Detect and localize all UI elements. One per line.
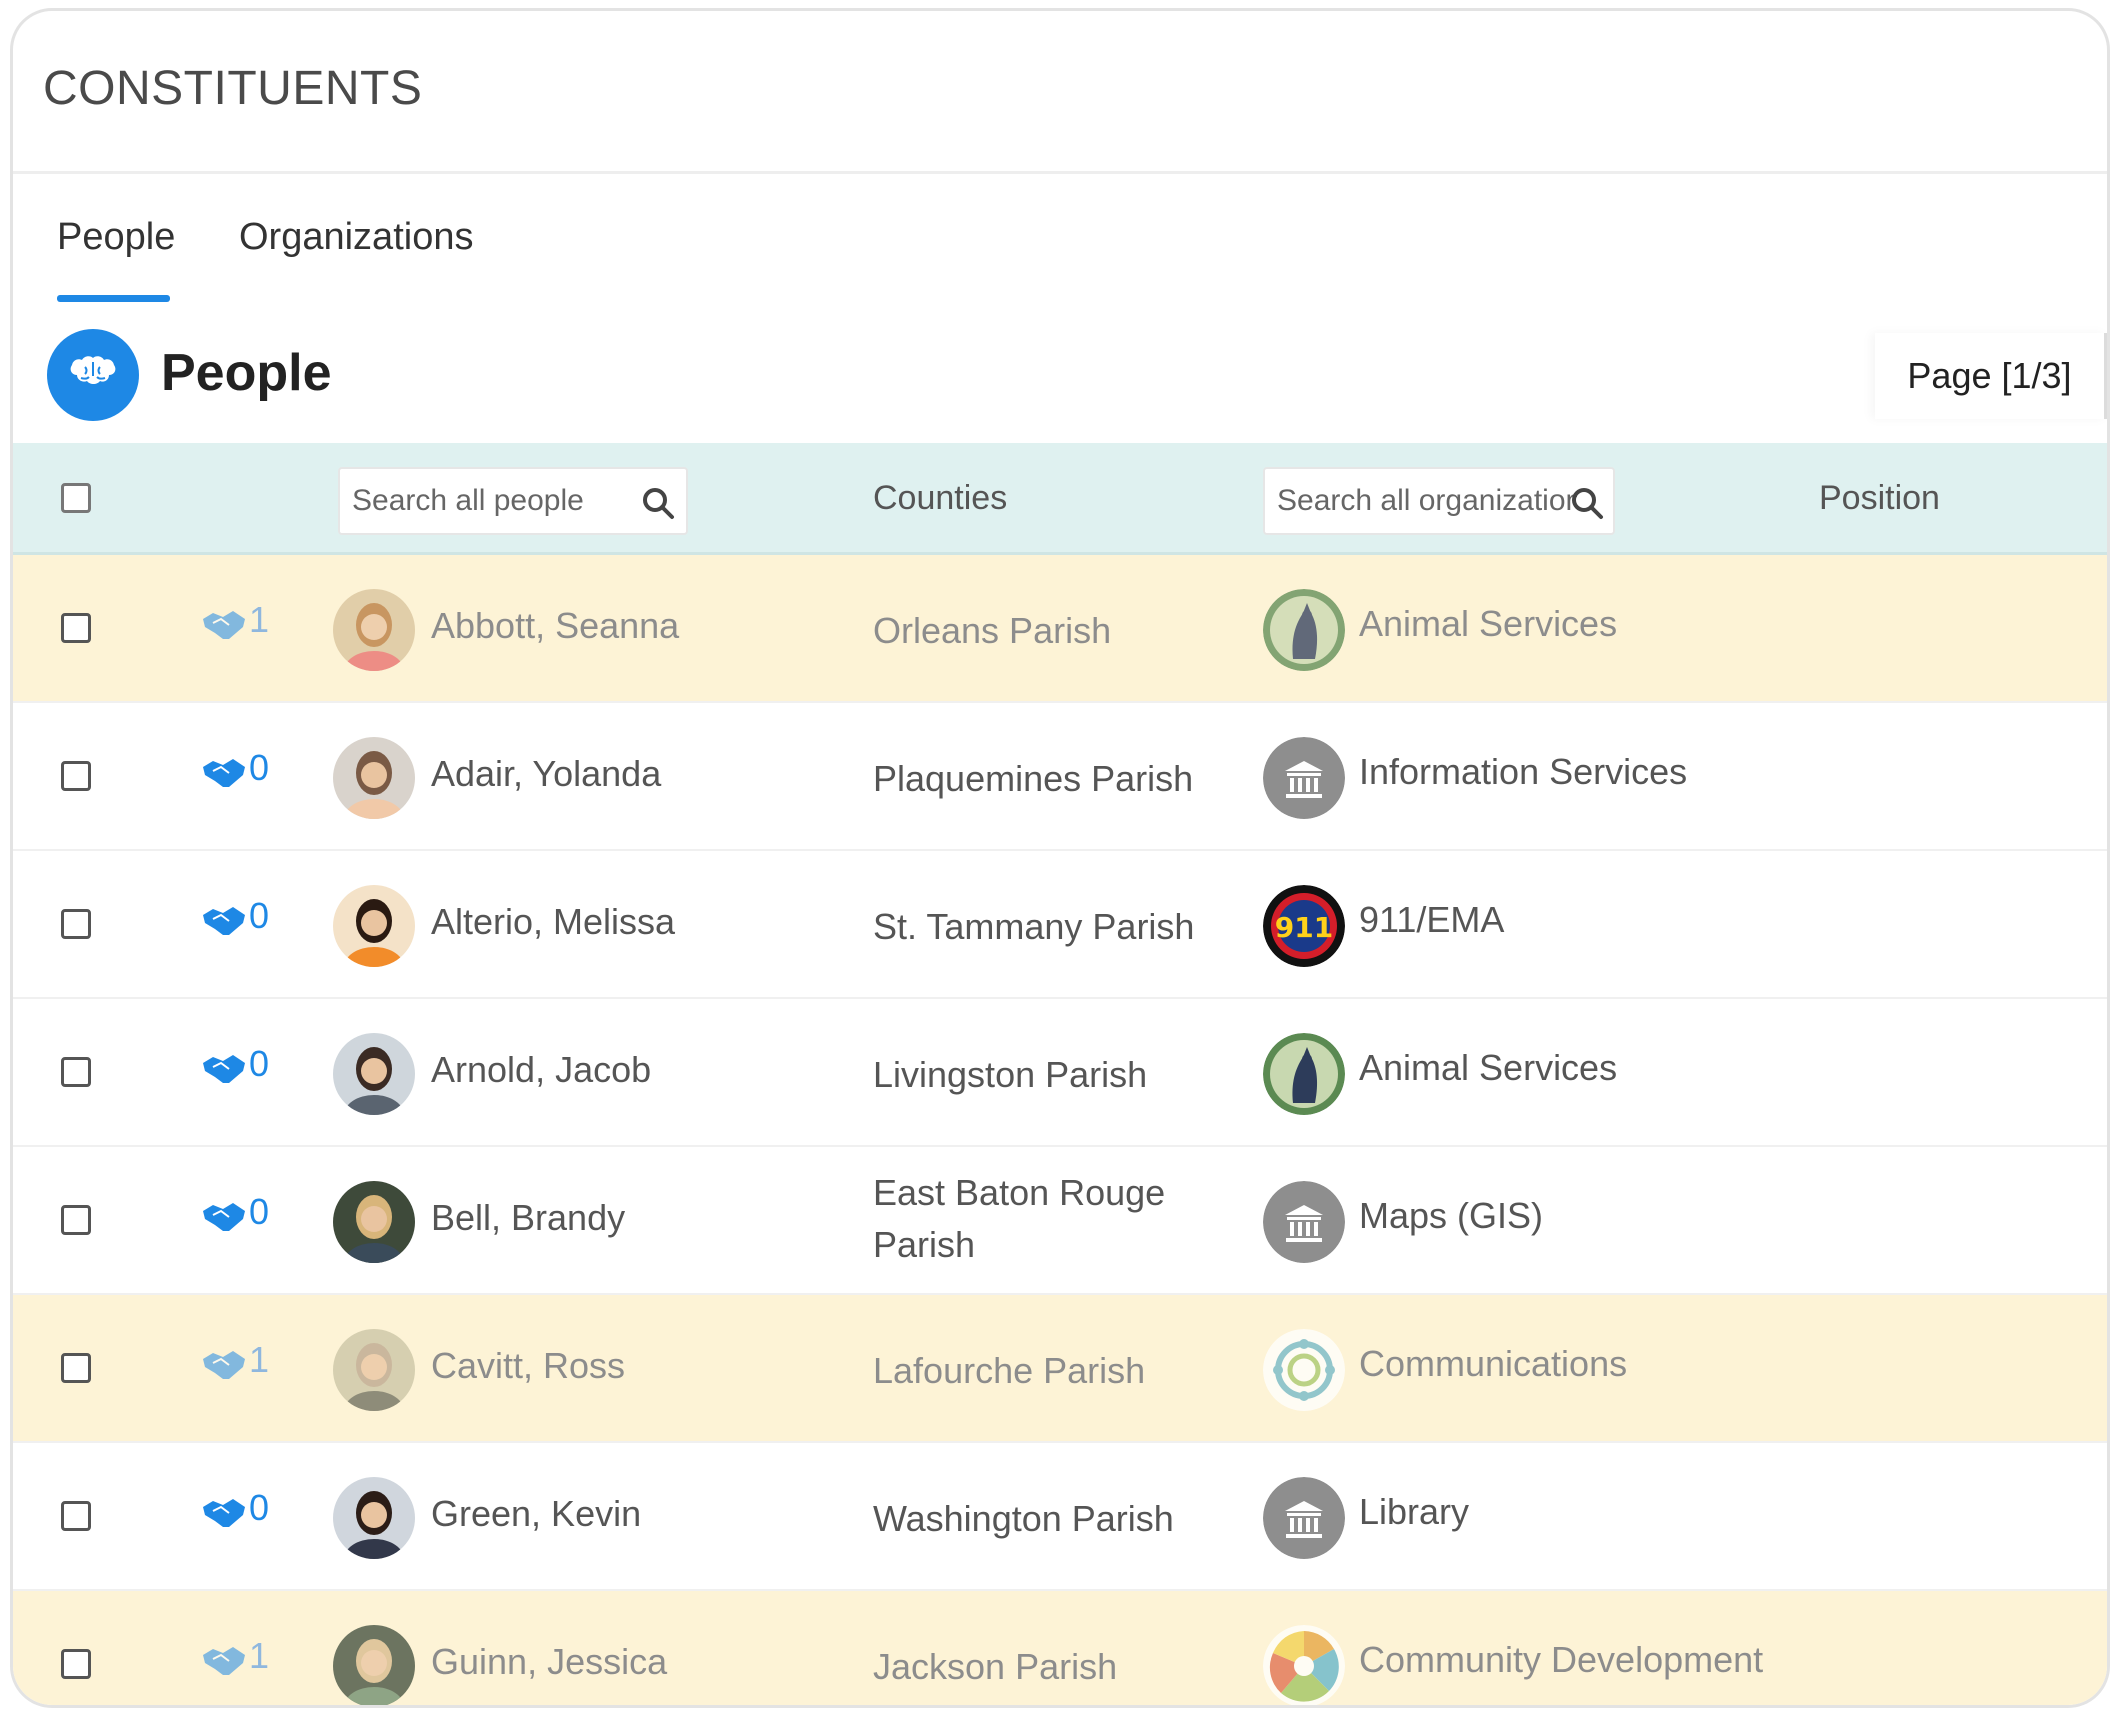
brain-icon <box>47 329 139 421</box>
county-cell: Jackson Parish <box>873 1646 1118 1687</box>
row-checkbox[interactable] <box>61 1649 91 1679</box>
constituents-panel: CONSTITUENTS People Organizations People… <box>10 8 2110 1708</box>
search-icon[interactable] <box>1569 485 1605 521</box>
communications-logo <box>1263 1329 1345 1411</box>
avatar[interactable] <box>333 885 415 967</box>
active-tab-indicator <box>57 295 170 302</box>
avatar[interactable] <box>333 1181 415 1263</box>
county-cell: Livingston Parish <box>873 1054 1148 1095</box>
organization-name[interactable]: Information Services <box>1359 751 1687 793</box>
counties-header[interactable]: Counties <box>873 479 1007 518</box>
handshake-icon[interactable] <box>199 1197 249 1237</box>
handshake-icon[interactable] <box>199 1493 249 1533</box>
search-people-box <box>338 467 688 535</box>
person-name[interactable]: Alterio, Melissa <box>431 901 675 943</box>
search-organizations-box <box>1263 467 1615 535</box>
table-row[interactable]: 1 Abbott, Seanna Orleans Parish Animal Serv… <box>13 555 2107 703</box>
page-title: CONSTITUENTS <box>43 62 423 115</box>
avatar[interactable] <box>333 1477 415 1559</box>
building-icon <box>1263 737 1345 819</box>
avatar[interactable] <box>333 737 415 819</box>
table-header: Counties Position <box>13 443 2107 555</box>
handshake-icon[interactable] <box>199 605 249 645</box>
people-table: Counties Position 1 Abbott, Seanna Orleans… <box>13 443 2107 1705</box>
911-logo: 911 <box>1263 885 1345 967</box>
organization-name[interactable]: Library <box>1359 1491 1469 1533</box>
interaction-count: 1 <box>249 1339 270 1380</box>
person-name[interactable]: Bell, Brandy <box>431 1197 625 1239</box>
row-checkbox[interactable] <box>61 1501 91 1531</box>
position-header[interactable]: Position <box>1819 479 1940 518</box>
table-row[interactable]: 0 Alterio, Melissa St. Tammany Parish 911 91… <box>13 851 2107 999</box>
table-row[interactable]: 1 Cavitt, Ross Lafourche Parish Communicati… <box>13 1295 2107 1443</box>
organization-name[interactable]: Communications <box>1359 1343 1627 1385</box>
person-name[interactable]: Arnold, Jacob <box>431 1049 651 1091</box>
avatar[interactable] <box>333 1329 415 1411</box>
handshake-icon[interactable] <box>199 1641 249 1681</box>
county-cell: East Baton Rouge Parish <box>873 1172 1166 1265</box>
avatar[interactable] <box>333 1625 415 1705</box>
row-checkbox[interactable] <box>61 1205 91 1235</box>
search-icon[interactable] <box>640 485 676 521</box>
search-organizations-input[interactable] <box>1277 469 1577 533</box>
row-checkbox[interactable] <box>61 761 91 791</box>
row-checkbox[interactable] <box>61 1057 91 1087</box>
table-row[interactable]: 0 Bell, Brandy East Baton Rouge Parish Maps… <box>13 1147 2107 1295</box>
table-body: 1 Abbott, Seanna Orleans Parish Animal Serv… <box>13 555 2107 1705</box>
interaction-count: 1 <box>249 1635 270 1676</box>
person-name[interactable]: Adair, Yolanda <box>431 753 661 795</box>
row-checkbox[interactable] <box>61 613 91 643</box>
interaction-count: 0 <box>249 1043 270 1084</box>
person-name[interactable]: Cavitt, Ross <box>431 1345 625 1387</box>
handshake-icon[interactable] <box>199 1345 249 1385</box>
row-checkbox[interactable] <box>61 909 91 939</box>
table-row[interactable]: 1 Guinn, Jessica Jackson Parish Community D… <box>13 1591 2107 1705</box>
row-checkbox[interactable] <box>61 1353 91 1383</box>
organization-name[interactable]: Maps (GIS) <box>1359 1195 1543 1237</box>
tab-people[interactable]: People <box>57 216 175 259</box>
interaction-count: 0 <box>249 747 270 788</box>
select-all-checkbox[interactable] <box>61 483 91 513</box>
handshake-icon[interactable] <box>199 753 249 793</box>
organization-name[interactable]: 911/EMA <box>1359 899 1504 941</box>
animal-services-logo <box>1263 1033 1345 1115</box>
section-title: People <box>161 344 332 402</box>
building-icon <box>1263 1477 1345 1559</box>
avatar[interactable] <box>333 1033 415 1115</box>
avatar[interactable] <box>333 589 415 671</box>
page-indicator[interactable]: Page [1/3] <box>1875 333 2107 419</box>
community-development-logo <box>1263 1625 1345 1705</box>
county-cell: St. Tammany Parish <box>873 906 1195 947</box>
person-name[interactable]: Guinn, Jessica <box>431 1641 667 1683</box>
handshake-icon[interactable] <box>199 901 249 941</box>
county-cell: Plaquemines Parish <box>873 758 1194 799</box>
table-row[interactable]: 0 Adair, Yolanda Plaquemines Parish Informa… <box>13 703 2107 851</box>
interaction-count: 1 <box>249 599 270 640</box>
organization-name[interactable]: Animal Services <box>1359 603 1617 645</box>
person-name[interactable]: Abbott, Seanna <box>431 605 679 647</box>
handshake-icon[interactable] <box>199 1049 249 1089</box>
interaction-count: 0 <box>249 1191 270 1232</box>
table-row[interactable]: 0 Arnold, Jacob Livingston Parish Animal Se… <box>13 999 2107 1147</box>
county-cell: Orleans Parish <box>873 610 1112 651</box>
county-cell: Lafourche Parish <box>873 1350 1146 1391</box>
county-cell: Washington Parish <box>873 1498 1174 1539</box>
interaction-count: 0 <box>249 1487 270 1528</box>
svg-text:911: 911 <box>1275 911 1333 944</box>
tab-organizations[interactable]: Organizations <box>239 216 473 259</box>
table-row[interactable]: 0 Green, Kevin Washington Parish Library <box>13 1443 2107 1591</box>
interaction-count: 0 <box>249 895 270 936</box>
search-people-input[interactable] <box>352 469 632 533</box>
animal-services-logo <box>1263 589 1345 671</box>
title-divider <box>13 171 2107 174</box>
organization-name[interactable]: Animal Services <box>1359 1047 1617 1089</box>
building-icon <box>1263 1181 1345 1263</box>
organization-name[interactable]: Community Development <box>1359 1639 1763 1681</box>
person-name[interactable]: Green, Kevin <box>431 1493 641 1535</box>
